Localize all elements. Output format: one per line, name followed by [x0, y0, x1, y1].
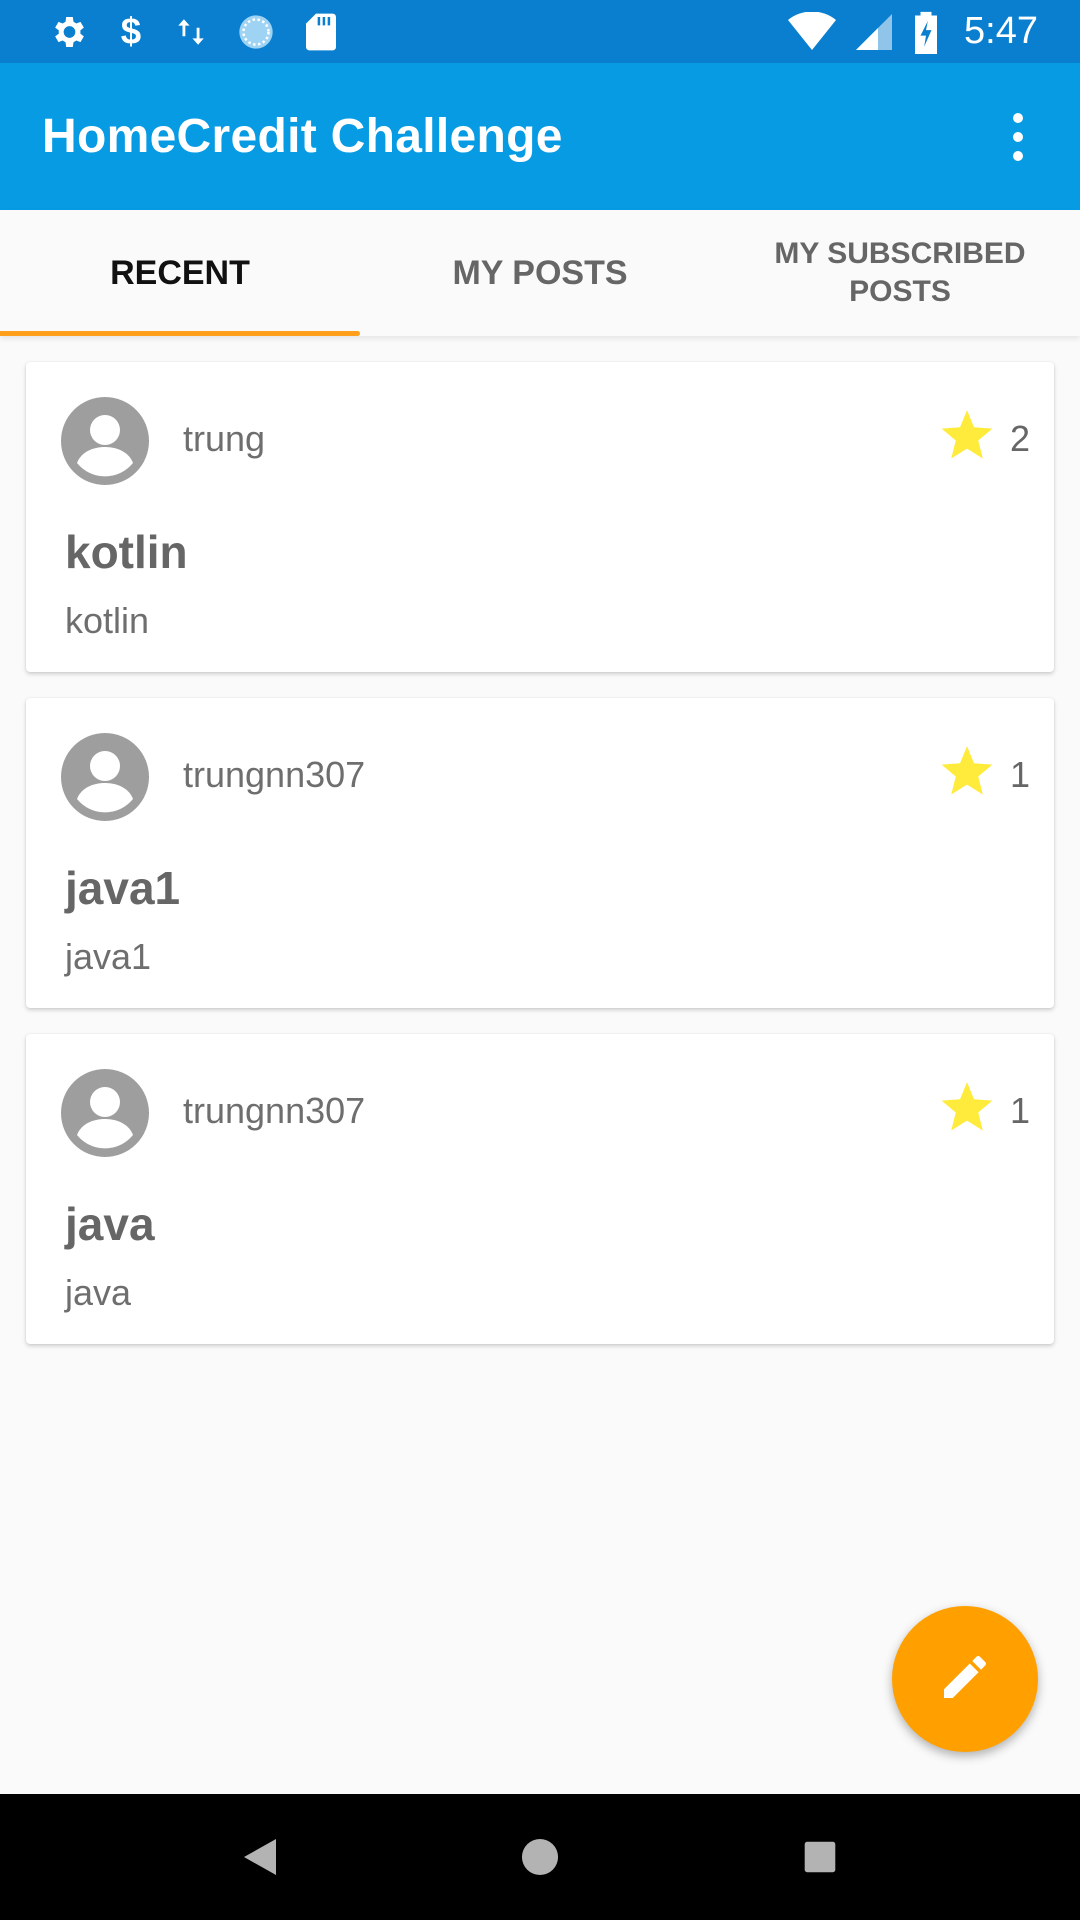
recents-icon[interactable]	[775, 1812, 865, 1902]
more-vert-icon[interactable]	[986, 105, 1050, 169]
star-count: 1	[1009, 753, 1030, 795]
post-body: kotlin	[65, 600, 150, 641]
post-title: java1	[65, 862, 181, 914]
status-bar: $ 5:47	[0, 0, 1080, 63]
navigation-bar	[0, 1794, 1080, 1920]
cell-signal-icon	[854, 12, 894, 52]
sd-card-icon	[304, 12, 338, 52]
status-right-icons: 5:47	[788, 10, 1038, 54]
star-count: 2	[1009, 417, 1030, 459]
tab-my-posts[interactable]: MY POSTS	[360, 210, 720, 336]
data-transfer-icon	[174, 12, 208, 52]
avatar-icon	[61, 1069, 149, 1157]
status-time: 5:47	[964, 10, 1038, 52]
star-count: 1	[1009, 1089, 1030, 1131]
wifi-icon	[788, 11, 837, 52]
star-icon	[940, 1082, 994, 1139]
status-left-icons: $	[48, 12, 338, 52]
tab-recent[interactable]: RECENT	[0, 210, 360, 336]
tab-recent-label: RECENT	[110, 253, 250, 292]
star-button[interactable]: 1	[940, 746, 1030, 803]
post-title: kotlin	[65, 526, 188, 578]
post-card[interactable]: trung 2 kotlin kotlin	[26, 362, 1054, 672]
star-icon	[940, 746, 994, 803]
post-list: trung 2 kotlin kotlin trungnn307 1 java1	[26, 362, 1054, 1370]
svg-text:$: $	[121, 12, 141, 52]
avatar-icon	[61, 733, 149, 821]
star-button[interactable]: 2	[940, 410, 1030, 467]
tab-my-posts-label: MY POSTS	[452, 253, 628, 292]
back-icon[interactable]	[215, 1812, 305, 1902]
dollar-icon: $	[116, 12, 146, 52]
app-bar: HomeCredit Challenge	[0, 63, 1080, 210]
battery-charging-icon	[912, 10, 940, 54]
avatar-icon	[61, 397, 149, 485]
star-button[interactable]: 1	[940, 1082, 1030, 1139]
tab-my-subscribed-posts-label: MY SUBSCRIBED POSTS	[774, 237, 1026, 308]
gear-icon	[48, 12, 88, 52]
post-body: java1	[65, 936, 152, 977]
sync-icon	[236, 12, 276, 52]
home-icon[interactable]	[495, 1812, 585, 1902]
post-title: java	[65, 1198, 155, 1250]
star-icon	[940, 410, 994, 467]
tab-indicator	[0, 331, 360, 336]
new-post-fab[interactable]	[892, 1606, 1038, 1752]
post-card[interactable]: trungnn307 1 java1 java1	[26, 698, 1054, 1008]
pencil-icon	[937, 1649, 993, 1710]
tab-my-subscribed-posts[interactable]: MY SUBSCRIBED POSTS	[720, 210, 1080, 336]
post-author: trung	[183, 418, 266, 459]
post-author: trungnn307	[183, 1090, 366, 1131]
post-body: java	[65, 1272, 132, 1313]
screen: $ 5:47 HomeCredit Challenge RECENT MY PO…	[0, 0, 1080, 1920]
tab-bar: RECENT MY POSTS MY SUBSCRIBED POSTS	[0, 210, 1080, 336]
post-card[interactable]: trungnn307 1 java java	[26, 1034, 1054, 1344]
app-title: HomeCredit Challenge	[42, 110, 563, 163]
post-author: trungnn307	[183, 754, 366, 795]
